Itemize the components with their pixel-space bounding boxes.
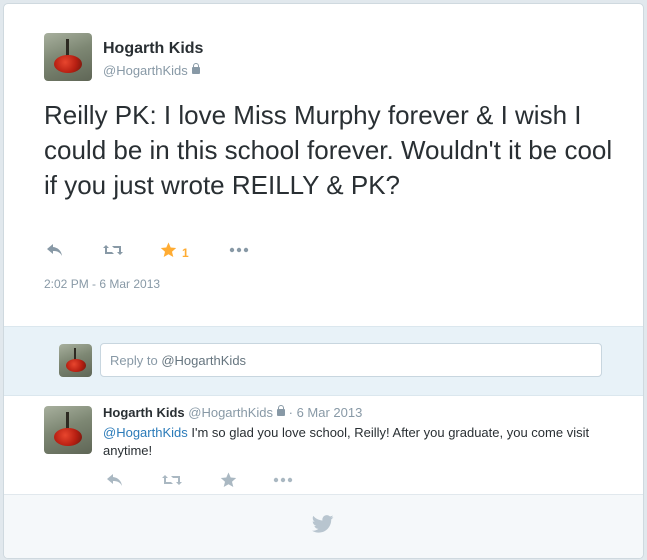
- favorite-icon[interactable]: [220, 472, 237, 494]
- user-avatar: [59, 344, 92, 377]
- reply-author-name[interactable]: Hogarth Kids: [103, 405, 185, 420]
- reply-composer: Reply to @HogarthKids: [4, 326, 643, 396]
- card-footer: [4, 494, 643, 558]
- lock-icon: [191, 63, 200, 74]
- lock-icon: [277, 405, 285, 416]
- author-avatar[interactable]: [44, 33, 92, 81]
- favorite-count[interactable]: 1: [182, 246, 189, 260]
- author-handle[interactable]: @HogarthKids: [103, 63, 188, 78]
- favorite-icon[interactable]: [160, 242, 177, 264]
- reply-placeholder-prefix: Reply to: [110, 353, 162, 368]
- retweet-icon[interactable]: [102, 242, 124, 264]
- twitter-bird-icon[interactable]: [311, 515, 334, 538]
- reply-actions: [106, 472, 306, 494]
- reply-icon[interactable]: [46, 242, 64, 264]
- tweet-text: Reilly PK: I love Miss Murphy forever & …: [44, 100, 613, 200]
- reply-mention-link[interactable]: @HogarthKids: [103, 425, 188, 440]
- reply-date[interactable]: · 6 Mar 2013: [289, 405, 363, 420]
- reply-text: @HogarthKids I'm so glad you love school…: [103, 424, 623, 460]
- reply-author-avatar[interactable]: [44, 406, 92, 454]
- tweet-timestamp[interactable]: 2:02 PM - 6 Mar 2013: [44, 277, 160, 291]
- reply-header: Hogarth Kids @HogarthKids · 6 Mar 2013: [103, 405, 362, 420]
- author-name[interactable]: Hogarth Kids: [103, 40, 203, 58]
- more-icon[interactable]: [272, 472, 294, 494]
- more-icon[interactable]: [228, 242, 250, 264]
- tweet-card: Hogarth Kids @HogarthKids Reilly PK: I l…: [3, 3, 644, 559]
- reply-placeholder-mention: @HogarthKids: [161, 353, 247, 368]
- author-handle-row: @HogarthKids: [103, 63, 200, 78]
- reply-input[interactable]: Reply to @HogarthKids: [100, 343, 602, 377]
- reply-author-handle[interactable]: @HogarthKids: [188, 405, 273, 420]
- tweet-actions: 1: [44, 242, 264, 264]
- reply-icon[interactable]: [106, 472, 124, 494]
- retweet-icon[interactable]: [161, 472, 183, 494]
